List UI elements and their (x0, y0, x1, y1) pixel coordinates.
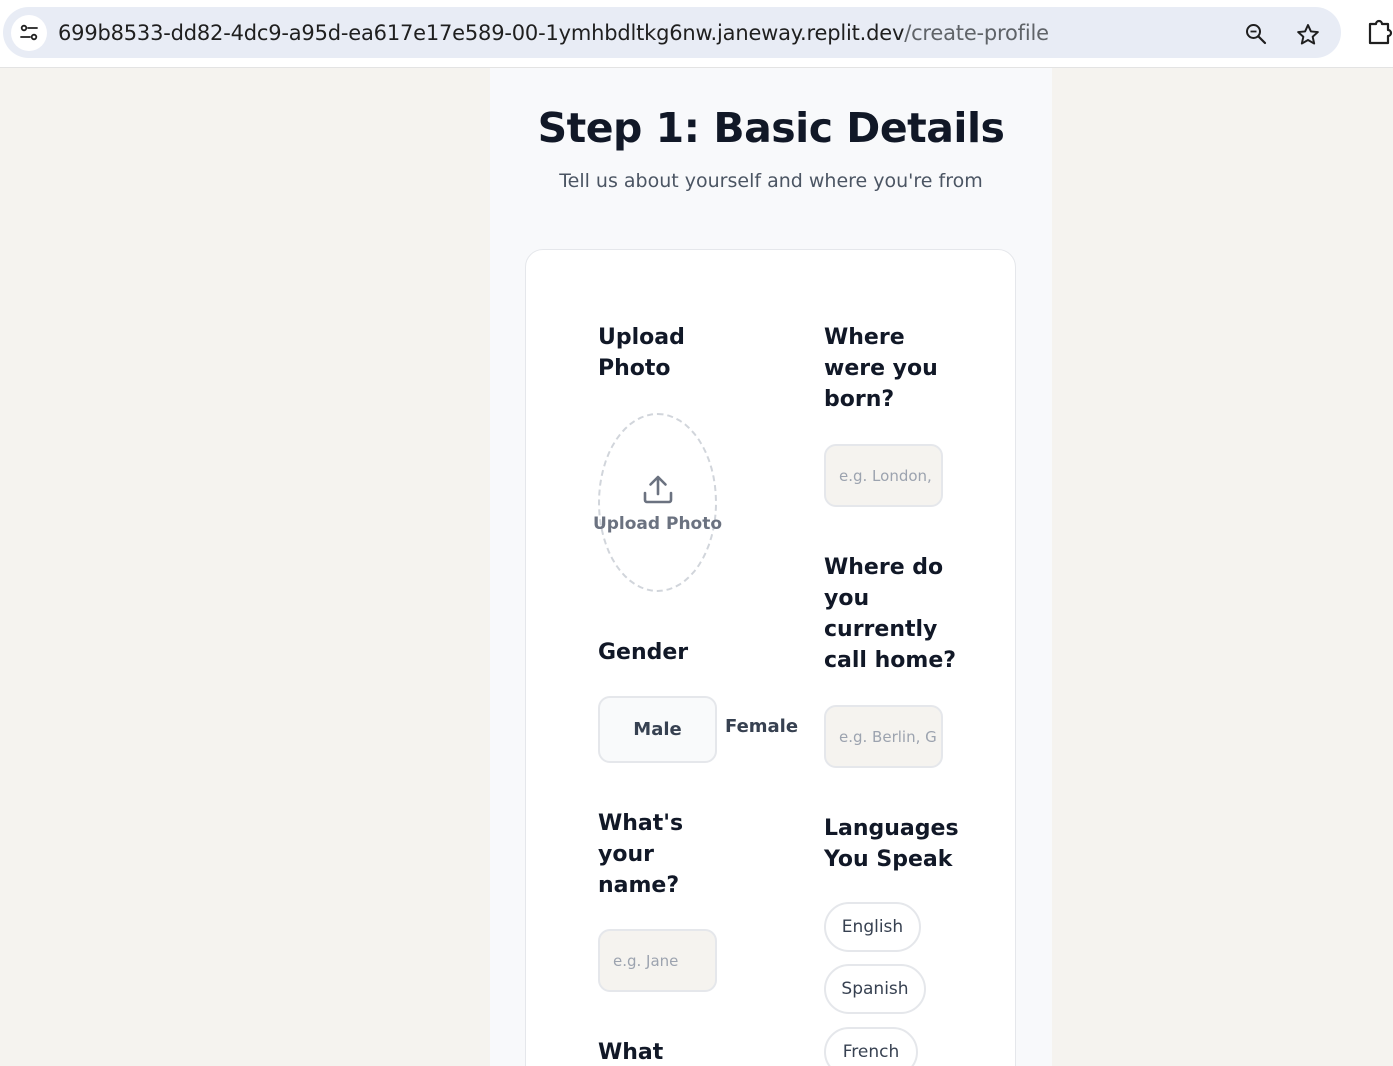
gender-male-button[interactable]: Male (598, 696, 717, 763)
next-question-label: What (598, 1040, 664, 1065)
gender-female-button[interactable]: Female (725, 716, 798, 737)
language-chip-french[interactable]: French (824, 1027, 918, 1066)
born-label: Where were you born? (824, 322, 938, 415)
browser-toolbar: 699b8533-dd82-4dc9-a95d-ea617e17e589-00-… (0, 0, 1393, 68)
born-label-line: were you (824, 356, 938, 381)
language-chip-english[interactable]: English (824, 902, 921, 952)
languages-label: Languages You Speak (824, 813, 959, 875)
name-label: What's your name? (598, 808, 683, 901)
upload-photo-label: Upload Photo (598, 322, 685, 384)
upload-icon (643, 475, 672, 503)
url-path: /create-profile (904, 21, 1049, 45)
home-label: Where do you currently call home? (824, 552, 956, 676)
url-host: 699b8533-dd82-4dc9-a95d-ea617e17e589-00-… (58, 21, 905, 45)
create-profile-page: Step 1: Basic Details Tell us about your… (490, 68, 1052, 1066)
home-label-line: Where do (824, 555, 944, 580)
name-label-line: name? (598, 873, 680, 898)
born-label-line: born? (824, 387, 895, 412)
language-chip-spanish[interactable]: Spanish (824, 964, 926, 1014)
languages-label-line: Languages (824, 816, 959, 841)
born-label-line: Where (824, 325, 905, 350)
bookmark-star-icon[interactable] (1294, 21, 1322, 49)
url-text[interactable]: 699b8533-dd82-4dc9-a95d-ea617e17e589-00-… (58, 21, 1049, 45)
gender-label: Gender (598, 640, 689, 665)
current-home-input[interactable]: e.g. Berlin, G (824, 705, 943, 768)
site-info-icon[interactable] (11, 15, 47, 51)
zoom-icon[interactable] (1243, 21, 1269, 47)
home-label-line: currently (824, 617, 938, 642)
upload-photo-text: Upload Photo (592, 513, 723, 534)
home-label-line: you (824, 586, 870, 611)
address-bar[interactable]: 699b8533-dd82-4dc9-a95d-ea617e17e589-00-… (3, 7, 1341, 58)
languages-label-line: You Speak (824, 847, 953, 872)
birthplace-input[interactable]: e.g. London, (824, 444, 943, 507)
home-label-line: call home? (824, 648, 957, 673)
name-label-line: your (598, 842, 654, 867)
extensions-icon[interactable] (1366, 16, 1393, 46)
upload-photo-button[interactable]: Upload Photo (593, 413, 722, 592)
page-subtitle: Tell us about yourself and where you're … (559, 170, 983, 192)
name-label-line: What's (598, 811, 684, 836)
basic-details-card: Upload Photo Upload Photo Where were you… (525, 249, 1016, 1066)
upload-label-line: Upload (598, 325, 685, 350)
upload-label-line: Photo (598, 356, 671, 381)
page-title: Step 1: Basic Details (537, 104, 1005, 152)
name-input[interactable]: e.g. Jane (598, 929, 717, 992)
